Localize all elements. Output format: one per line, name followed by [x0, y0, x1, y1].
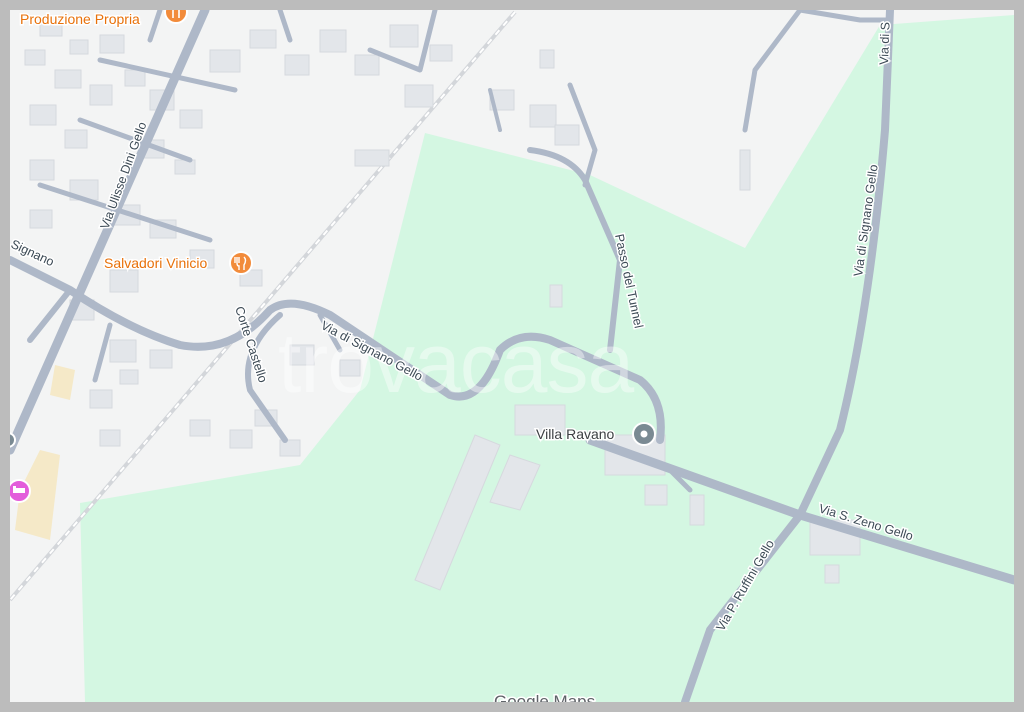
poi-label: Villa Ravano	[536, 426, 615, 442]
restaurant-icon	[229, 251, 253, 275]
map-svg[interactable]: trovacasa Via Ulisse Dini Gello Signano …	[10, 10, 1014, 702]
restaurant-icon	[164, 10, 188, 24]
poi-label: Produzione Propria	[20, 11, 140, 27]
map-frame: trovacasa Via Ulisse Dini Gello Signano …	[0, 0, 1024, 712]
map-canvas[interactable]: trovacasa Via Ulisse Dini Gello Signano …	[10, 10, 1014, 702]
poi-villa-ravano[interactable]: Villa Ravano	[535, 422, 656, 446]
poi-produzione-propria[interactable]: Produzione Propria	[19, 10, 188, 29]
poi-building	[50, 365, 75, 400]
hotel-icon	[10, 479, 31, 503]
place-pin-icon	[632, 422, 656, 446]
hotel-marker[interactable]	[10, 479, 31, 503]
map-edge-marker[interactable]	[10, 432, 16, 448]
google-maps-attribution: Google Maps	[494, 692, 595, 702]
poi-label: Salvadori Vinicio	[104, 255, 207, 271]
road-label-signano-east-top: Via di S	[877, 22, 892, 65]
poi-salvadori-vinicio[interactable]: Salvadori Vinicio	[103, 251, 253, 275]
